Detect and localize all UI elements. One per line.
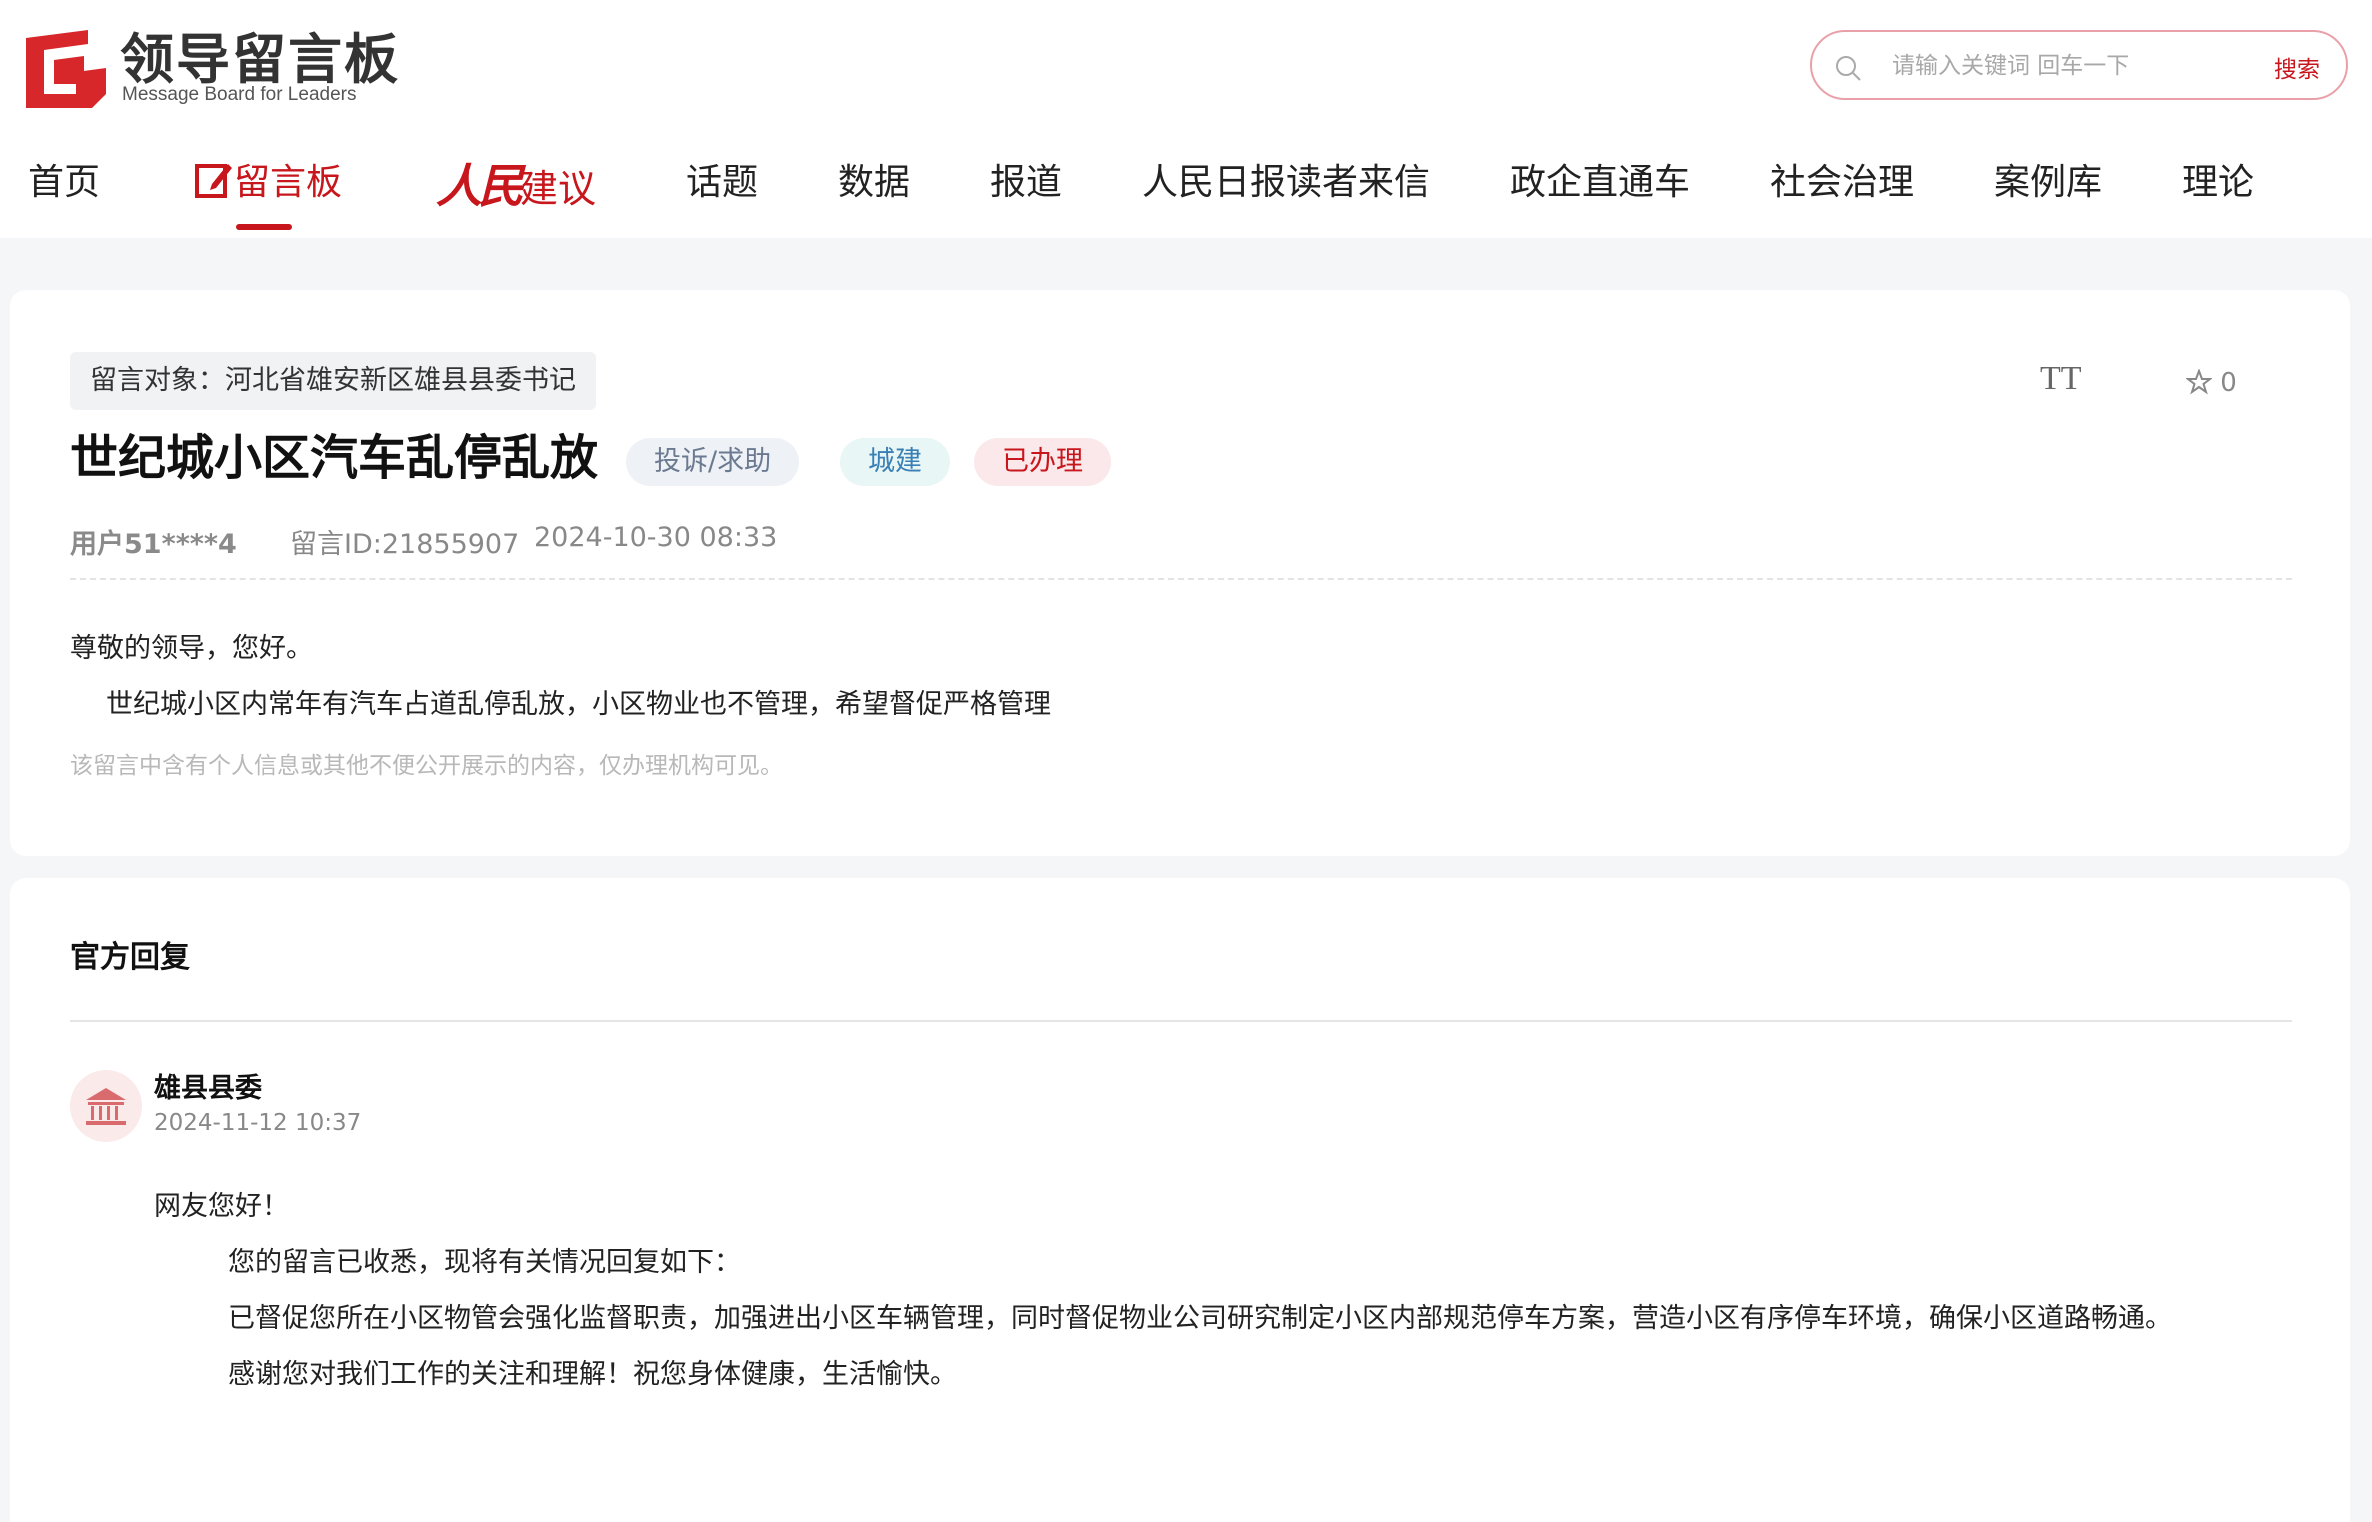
- type-badge: 投诉/求助: [626, 438, 800, 486]
- reply-line: 已督促您所在小区物管会强化监督职责，加强进出小区车辆管理，同时督促物业公司研究制…: [228, 1303, 2172, 1334]
- search-box: 搜索: [1810, 30, 2348, 100]
- nav-item-data[interactable]: 数据: [838, 158, 910, 208]
- message-card: 留言对象：河北省雄安新区雄县县委书记 TT 0 世纪城小区汽车乱停乱放 投诉/求…: [10, 290, 2350, 856]
- main-nav: 首页 留言板 话题 数据 报道 人民日报读者来信 政企直通车 社会治理 案例库 …: [0, 150, 2372, 234]
- nav-item-message-board[interactable]: 留言板: [194, 158, 342, 208]
- favorite-count: 0: [2220, 368, 2237, 398]
- reply-org-name: 雄县县委: [154, 1073, 262, 1104]
- reply-line: 网友您好！: [154, 1191, 289, 1222]
- message-id: 留言ID:21855907: [290, 529, 520, 560]
- divider: [70, 578, 2292, 580]
- favorite-button[interactable]: 0: [2185, 368, 2237, 398]
- avatar: [70, 1070, 142, 1142]
- reply-line: 感谢您对我们工作的关注和理解！祝您身体健康，生活愉快。: [228, 1359, 957, 1390]
- logo-title: 领导留言板: [120, 28, 400, 91]
- nav-item-label: 留言板: [234, 162, 343, 203]
- font-size-icon[interactable]: TT: [2040, 360, 2082, 398]
- privacy-notice: 该留言中含有个人信息或其他不便公开展示的内容，仅办理机构可见。: [70, 753, 783, 779]
- message-greeting: 尊敬的领导，您好。: [70, 633, 313, 664]
- message-target: 留言对象：河北省雄安新区雄县县委书记: [70, 352, 596, 410]
- nav-item-people-suggestions[interactable]: 人民建议: [436, 150, 597, 213]
- nav-item-reports[interactable]: 报道: [990, 158, 1062, 208]
- reply-time: 2024-11-12 10:37: [154, 1110, 362, 1136]
- nav-item-case-library[interactable]: 案例库: [1994, 158, 2102, 208]
- nav-item-home[interactable]: 首页: [28, 158, 100, 208]
- government-building-icon: [86, 1088, 126, 1125]
- edit-note-icon: [195, 164, 232, 198]
- divider: [70, 1020, 2292, 1022]
- nav-item-gov-enterprise[interactable]: 政企直通车: [1510, 158, 1690, 208]
- nav-item-theory[interactable]: 理论: [2182, 158, 2254, 208]
- search-icon: [1836, 56, 1861, 81]
- reply-card: 官方回复 雄县县委 2024-11-12 10:37 网友您好！ 您的留言已收悉…: [10, 878, 2350, 1522]
- site-logo[interactable]: 领导留言板 Message Board for Leaders: [26, 28, 406, 110]
- category-badge: 城建: [840, 438, 950, 486]
- search-input[interactable]: [1890, 44, 2214, 88]
- site-header: 领导留言板 Message Board for Leaders 搜索 首页 留言…: [0, 0, 2372, 238]
- message-content: 世纪城小区内常年有汽车占道乱停乱放，小区物业也不管理，希望督促严格管理: [106, 689, 1051, 720]
- message-title: 世纪城小区汽车乱停乱放: [70, 430, 599, 486]
- brand-text: 建议: [520, 167, 597, 211]
- logo-mark-icon: [26, 30, 106, 108]
- reply-line: 您的留言已收悉，现将有关情况回复如下：: [228, 1247, 741, 1278]
- reply-section-title: 官方回复: [70, 940, 190, 975]
- logo-subtitle: Message Board for Leaders: [122, 84, 357, 105]
- brand-calligraphy-text: 人民: [436, 159, 524, 213]
- nav-item-topics[interactable]: 话题: [686, 158, 758, 208]
- message-time: 2024-10-30 08:33: [534, 522, 778, 553]
- star-icon: [2185, 368, 2213, 395]
- nav-item-readers-letters[interactable]: 人民日报读者来信: [1142, 158, 1430, 208]
- nav-item-social-governance[interactable]: 社会治理: [1770, 158, 1914, 208]
- search-button[interactable]: 搜索: [2274, 50, 2320, 84]
- message-author: 用户51****4: [70, 529, 237, 560]
- status-badge: 已办理: [974, 438, 1111, 486]
- active-nav-indicator: [236, 224, 292, 230]
